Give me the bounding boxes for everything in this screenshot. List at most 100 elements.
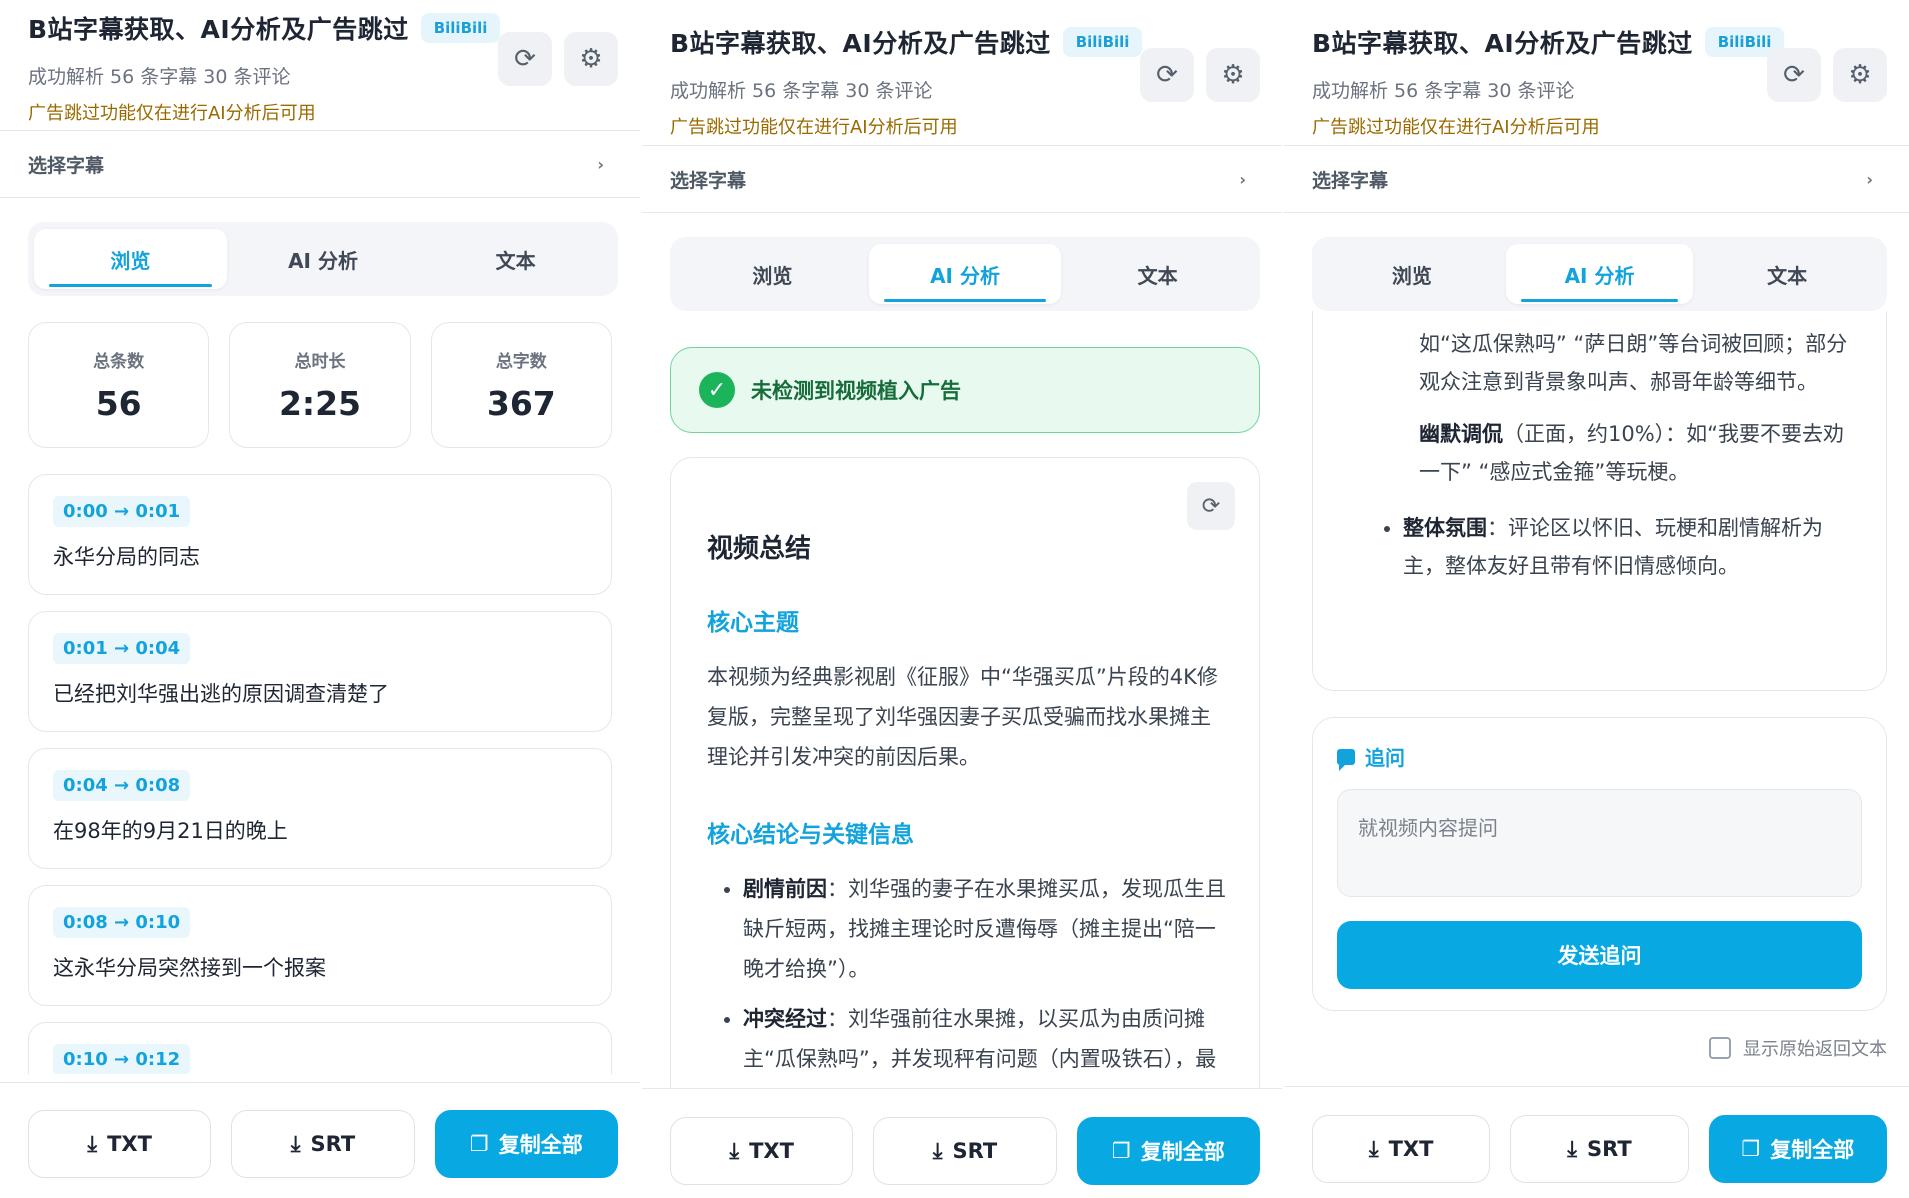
overall-list: 整体氛围：评论区以怀旧、玩梗和剧情解析为主，整体友好且带有怀旧情感倾向。 — [1363, 509, 1856, 585]
list-item[interactable]: 0:04 → 0:08 在98年的9月21日的晚上 — [28, 748, 612, 869]
refresh-icon: ⟳ — [514, 44, 536, 74]
send-followup-button[interactable]: 发送追问 — [1337, 921, 1862, 989]
bullet-key: 冲突经过 — [743, 1007, 827, 1031]
checkbox[interactable] — [1709, 1037, 1731, 1059]
timestamp[interactable]: 0:10 → 0:12 — [53, 1044, 191, 1074]
gear-icon: ⚙ — [579, 44, 603, 74]
copy-icon: ❐ — [469, 1132, 489, 1156]
humor-paragraph: 幽默调侃（正面，约10%）：如“我要不要去劝一下” “感应式金箍”等玩梗。 — [1363, 415, 1856, 491]
copy-all-button[interactable]: ❐ 复制全部 — [1076, 1117, 1260, 1185]
tab-ai-analysis[interactable]: AI 分析 — [1505, 244, 1694, 304]
list-item: 整体氛围：评论区以怀旧、玩梗和剧情解析为主，整体友好且带有怀旧情感倾向。 — [1403, 509, 1856, 585]
refresh-button[interactable]: ⟳ — [498, 32, 552, 86]
subtitle-list[interactable]: 0:00 → 0:01 永华分局的同志 0:01 → 0:04 已经把刘华强出逃… — [28, 474, 612, 1074]
list-item[interactable]: 0:08 → 0:10 这永华分局突然接到一个报案 — [28, 885, 612, 1006]
chat-icon — [1337, 748, 1355, 771]
refresh-icon: ⟳ — [1783, 60, 1805, 90]
download-txt-label: TXT — [1388, 1137, 1434, 1161]
download-srt-button[interactable]: ⤓ SRT — [231, 1110, 415, 1178]
download-icon: ⤓ — [729, 1138, 740, 1164]
section-title-conclusions: 核心结论与关键信息 — [707, 822, 914, 848]
panel-ai-analysis: B站字幕获取、AI分析及广告跳过 BiliBili 成功解析 56 条字幕 30… — [642, 0, 1282, 1198]
stat-value: 2:25 — [278, 384, 362, 423]
copy-icon: ❐ — [1741, 1137, 1761, 1161]
raw-text-label: 显示原始返回文本 — [1743, 1039, 1887, 1060]
download-srt-label: SRT — [1587, 1137, 1632, 1161]
timestamp[interactable]: 0:08 → 0:10 — [53, 907, 191, 938]
tab-browse[interactable]: 浏览 — [34, 229, 227, 289]
bullet-key: 剧情前因 — [743, 877, 827, 901]
download-txt-label: TXT — [749, 1139, 794, 1163]
bilibili-badge: BiliBili — [1062, 27, 1143, 57]
subtitle-selector-label: 选择字幕 — [670, 169, 747, 192]
raw-text-toggle[interactable]: 显示原始返回文本 — [1284, 1035, 1887, 1061]
subtitle-text: 在98年的9月21日的晚上 — [53, 819, 288, 843]
footer-actions: ⤓ TXT ⤓ SRT ❐ 复制全部 — [0, 1082, 640, 1198]
refresh-button[interactable]: ⟳ — [1767, 48, 1821, 102]
refresh-button[interactable]: ⟳ — [1140, 48, 1194, 102]
subtitle-selector[interactable]: 选择字幕 › — [1284, 145, 1909, 213]
app-title: B站字幕获取、AI分析及广告跳过 — [670, 29, 1051, 58]
list-item[interactable]: 0:10 → 0:12 — [28, 1022, 612, 1074]
list-item[interactable]: 0:01 → 0:04 已经把刘华强出逃的原因调查清楚了 — [28, 611, 612, 732]
timestamp[interactable]: 0:00 → 0:01 — [53, 496, 191, 527]
download-txt-button[interactable]: ⤓ TXT — [670, 1117, 854, 1185]
subtitle-selector[interactable]: 选择字幕 › — [0, 130, 640, 198]
subtitle-selector-label: 选择字幕 — [1312, 169, 1389, 192]
ad-detection-status: ✓ 未检测到视频植入广告 — [670, 347, 1260, 433]
subtitle-selector-label: 选择字幕 — [28, 154, 105, 177]
followup-input[interactable]: 就视频内容提问 — [1337, 789, 1862, 897]
summary-card: ⟳ 视频总结 核心主题 本视频为经典影视剧《征服》中“华强买瓜”片段的4K修复版… — [670, 457, 1260, 1157]
settings-button[interactable]: ⚙ — [1833, 48, 1887, 102]
tab-browse[interactable]: 浏览 — [1318, 244, 1506, 304]
list-item[interactable]: 0:00 → 0:01 永华分局的同志 — [28, 474, 612, 595]
tab-browse[interactable]: 浏览 — [676, 244, 869, 304]
ad-skip-warning: 广告跳过功能仅在进行AI分析后可用 — [1312, 117, 1600, 138]
tab-text[interactable]: 文本 — [1061, 244, 1254, 304]
followup-title: 追问 — [1365, 746, 1405, 770]
stat-chars: 总字数 367 — [430, 322, 612, 448]
chevron-right-icon: › — [597, 154, 604, 174]
download-srt-button[interactable]: ⤓ SRT — [1510, 1115, 1689, 1183]
tab-ai-analysis[interactable]: AI 分析 — [227, 229, 420, 289]
conclusion-list: 剧情前因：刘华强的妻子在水果摊买瓜，发现瓜生且缺斤短两，找摊主理论时反遭侮辱（摊… — [707, 869, 1229, 1119]
gear-icon: ⚙ — [1221, 60, 1245, 90]
download-srt-label: SRT — [310, 1132, 356, 1156]
timestamp[interactable]: 0:04 → 0:08 — [53, 770, 191, 801]
copy-all-label: 复制全部 — [1140, 1140, 1225, 1164]
tab-ai-analysis[interactable]: AI 分析 — [868, 244, 1062, 304]
tab-bar: 浏览 AI 分析 文本 — [1312, 237, 1887, 311]
copy-all-button[interactable]: ❐ 复制全部 — [1708, 1115, 1887, 1183]
header-actions: ⟳ ⚙ — [1140, 48, 1260, 102]
header: B站字幕获取、AI分析及广告跳过 BiliBili 成功解析 56 条字幕 30… — [1284, 0, 1909, 145]
download-icon: ⤓ — [290, 1131, 301, 1157]
download-txt-button[interactable]: ⤓ TXT — [1312, 1115, 1491, 1183]
download-icon: ⤓ — [932, 1138, 943, 1164]
tab-bar: 浏览 AI 分析 文本 — [28, 222, 618, 296]
timestamp[interactable]: 0:01 → 0:04 — [53, 633, 191, 664]
tab-text[interactable]: 文本 — [419, 229, 612, 289]
header: B站字幕获取、AI分析及广告跳过 BiliBili 成功解析 56 条字幕 30… — [0, 0, 640, 130]
regenerate-button[interactable]: ⟳ — [1187, 482, 1235, 530]
theme-text: 本视频为经典影视剧《征服》中“华强买瓜”片段的4K修复版，完整呈现了刘华强因妻子… — [707, 665, 1218, 769]
subtitle-selector[interactable]: 选择字幕 › — [642, 145, 1282, 213]
header-actions: ⟳ ⚙ — [498, 32, 618, 86]
panel-ai-analysis-scrolled: B站字幕获取、AI分析及广告跳过 BiliBili 成功解析 56 条字幕 30… — [1284, 0, 1909, 1198]
download-txt-button[interactable]: ⤓ TXT — [28, 1110, 212, 1178]
summary-card-scrolled[interactable]: 如“这瓜保熟吗” “萨日朗”等台词被回顾；部分观众注意到背景象叫声、郝哥年龄等细… — [1312, 311, 1887, 691]
download-srt-button[interactable]: ⤓ SRT — [873, 1117, 1057, 1185]
subtitle-text: 已经把刘华强出逃的原因调查清楚了 — [53, 682, 389, 706]
gear-icon: ⚙ — [1848, 60, 1872, 90]
followup-title-row: 追问 — [1337, 742, 1862, 771]
stat-value: 367 — [486, 384, 556, 423]
copy-all-button[interactable]: ❐ 复制全部 — [434, 1110, 618, 1178]
bilibili-badge: BiliBili — [420, 13, 501, 43]
download-srt-label: SRT — [952, 1139, 998, 1163]
stat-label: 总字数 — [495, 352, 547, 372]
download-icon: ⤓ — [1567, 1136, 1578, 1162]
header: B站字幕获取、AI分析及广告跳过 BiliBili 成功解析 56 条字幕 30… — [642, 0, 1282, 145]
tab-text[interactable]: 文本 — [1693, 244, 1881, 304]
settings-button[interactable]: ⚙ — [564, 32, 618, 86]
settings-button[interactable]: ⚙ — [1206, 48, 1260, 102]
summary-title: 视频总结 — [707, 534, 812, 564]
